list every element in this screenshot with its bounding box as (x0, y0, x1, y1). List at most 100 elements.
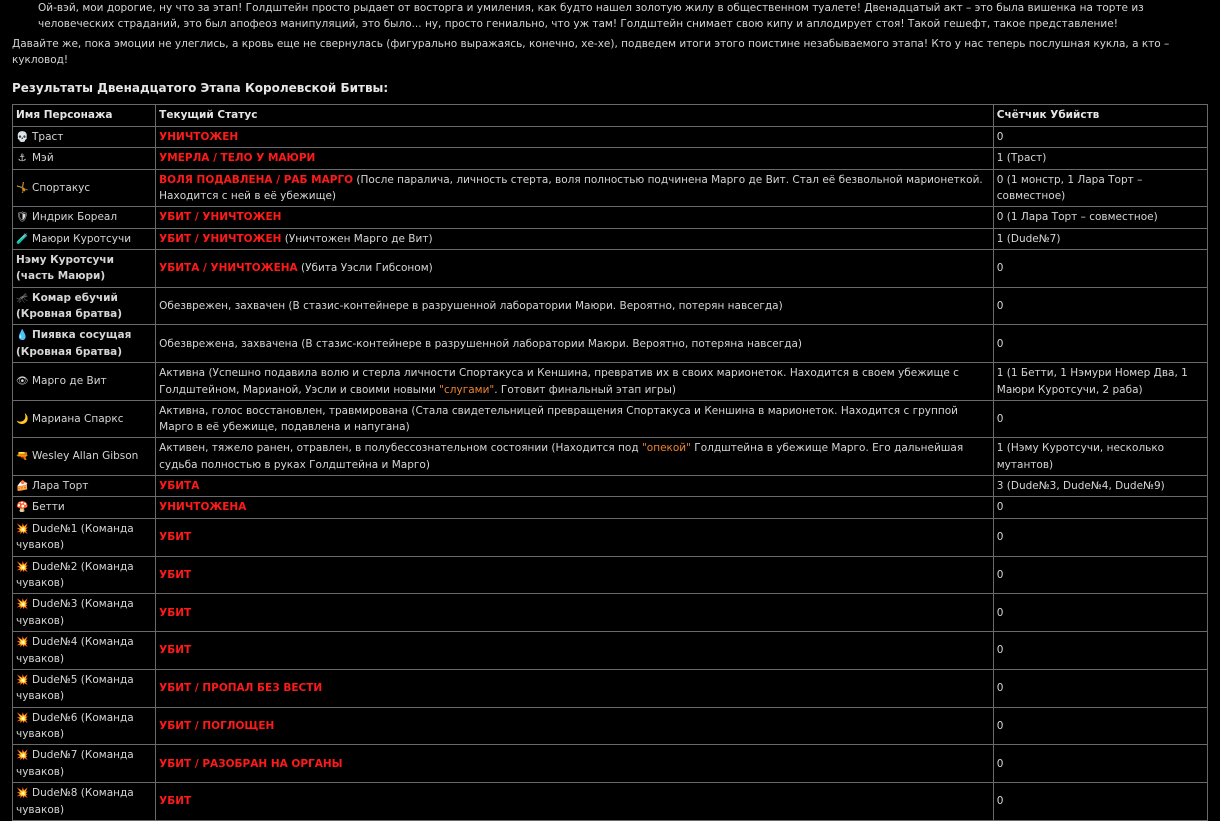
cell-kill-count: 0 (992, 399, 1209, 439)
status-note: Обезврежена, захвачена (В стазис-контейн… (159, 337, 803, 350)
character-emoji-icon: 👁 (16, 376, 29, 388)
cell-kill-count: 0 (992, 593, 1209, 633)
header-kills: Счётчик Убийств (992, 103, 1209, 127)
cell-status: УБИТ (155, 782, 994, 821)
table-row: 🍰 Лара Торт УБИТА 3 (Dude№3, Dude№4, Dude№9… (11, 474, 1209, 498)
character-emoji-icon: 🍄 (16, 502, 29, 514)
cell-character-name: 💥 Dude№8 (Команда чуваков) (11, 782, 157, 821)
status-badge: УБИТ / УНИЧТОЖЕН (159, 232, 282, 245)
cell-character-name: 💧 Пиявка сосущая (Кровная братва) (11, 324, 157, 364)
character-name: Dude№2 (Команда чуваков) (16, 560, 134, 590)
cell-character-name: 💥 Dude№3 (Команда чуваков) (11, 593, 157, 633)
cell-status: УБИТ (155, 631, 994, 670)
status-badge: УБИТ / РАЗОБРАН НА ОРГАНЫ (159, 757, 343, 770)
character-emoji-icon: 💥 (16, 523, 29, 535)
results-title: Результаты Двенадцатого Этапа Королевско… (12, 81, 389, 96)
cell-kill-count: 0 (992, 286, 1209, 326)
character-emoji-icon: 🔫 (16, 451, 29, 463)
cell-character-name: 💀 Траст (11, 125, 157, 149)
table-row: 💥 Dude№7 (Команда чуваков) УБИТ / РАЗОБРАН… (11, 744, 1209, 784)
character-name: Пиявка сосущая (Кровная братва) (16, 329, 132, 358)
status-badge: УБИТ / ПОГЛОЩЕН (159, 719, 275, 732)
character-emoji-icon: 🤸 (16, 182, 29, 194)
character-emoji-icon: 💥 (16, 599, 29, 611)
cell-kill-count: 1 (Нэму Куротсучи, несколько мутантов) (992, 437, 1209, 476)
cell-character-name: 💥 Dude№6 (Команда чуваков) (11, 706, 157, 746)
character-emoji-icon: 💥 (16, 788, 29, 800)
table-row: 🌙 Мариана Спаркс Активна, голос восстановл… (11, 399, 1209, 439)
cell-character-name: 🍰 Лара Торт (11, 474, 157, 498)
character-emoji-icon: 💥 (16, 637, 29, 649)
cell-character-name: 💥 Dude№4 (Команда чуваков) (11, 631, 157, 670)
cell-kill-count: 0 (992, 631, 1209, 670)
table-row: 💥 Dude№6 (Команда чуваков) УБИТ / ПОГЛОЩЕН… (11, 706, 1209, 746)
cell-character-name: Нэму Куротсучи (часть Маюри) (11, 249, 157, 288)
status-badge: УБИТ (159, 795, 192, 808)
character-emoji-icon: 💥 (16, 674, 29, 686)
character-name: Dude№8 (Команда чуваков) (16, 787, 134, 816)
cell-status: УБИТ (155, 555, 994, 595)
character-name: Wesley Allan Gibson (32, 450, 139, 463)
cell-kill-count: 0 (1 монстр, 1 Лара Торт – совместное) (992, 168, 1209, 208)
cell-status: УБИТ / ПРОПАЛ БЕЗ ВЕСТИ (155, 668, 994, 708)
table-row: 🍄 Бетти УНИЧТОЖЕНА 0 (11, 496, 1209, 519)
cell-kill-count: 0 (1 Лара Торт – совместное) (992, 206, 1209, 229)
cell-status: Обезврежена, захвачена (В стазис-контейн… (155, 324, 994, 364)
cell-kill-count: 1 (Dude№7) (992, 227, 1209, 251)
table-row: 👁 Марго де Вит Активна (Успешно подавила в… (11, 362, 1209, 401)
character-name: Нэму Куротсучи (часть Маюри) (16, 254, 114, 283)
status-badge: УБИТА (159, 479, 200, 492)
character-emoji-icon: 🦟 (16, 292, 29, 304)
cell-status: Активна, голос восстановлен, травмирован… (155, 399, 994, 439)
cell-kill-count: 1 (1 Бетти, 1 Нэмури Номер Два, 1 Маюри … (992, 362, 1209, 401)
cell-character-name: 🤸 Спортакус (11, 168, 157, 208)
cell-kill-count: 1 (Траст) (992, 147, 1209, 170)
cell-character-name: 🛡 Индрик Бореал (11, 206, 157, 229)
status-badge: УБИТ (159, 568, 192, 581)
character-emoji-icon: 🌙 (16, 413, 29, 425)
status-note: Активен, тяжело ранен, отравлен, в полуб… (159, 442, 642, 455)
status-badge: УБИТ (159, 606, 192, 619)
character-name: Комар ебучий (Кровная братва) (16, 291, 123, 321)
status-note: Обезврежен, захвачен (В стазис-контейнер… (159, 299, 783, 312)
cell-kill-count: 0 (992, 782, 1209, 821)
cell-status: УНИЧТОЖЕН (155, 125, 994, 149)
status-badge: УБИТ / ПРОПАЛ БЕЗ ВЕСТИ (159, 682, 323, 695)
character-emoji-icon: 💧 (16, 330, 29, 342)
table-row: ⚓ Мэй УМЕРЛА / ТЕЛО У МАЮРИ 1 (Траст) (11, 147, 1209, 170)
character-name: Спортакус (32, 181, 91, 194)
character-name: Dude№7 (Команда чуваков) (16, 749, 134, 778)
character-emoji-icon: 🛡 (16, 212, 29, 224)
cell-status: ВОЛЯ ПОДАВЛЕНА / РАБ МАРГО (После парали… (155, 168, 994, 208)
cell-status: УНИЧТОЖЕНА (155, 496, 994, 519)
status-badge: УБИТ (159, 644, 192, 657)
cell-character-name: ⚓ Мэй (11, 147, 157, 170)
status-highlight: "слугами" (439, 383, 495, 396)
character-emoji-icon: 💥 (16, 712, 29, 724)
table-body: 💀 Траст УНИЧТОЖЕН 0 ⚓ Мэй УМЕРЛА / ТЕЛО У МАЮР… (11, 125, 1209, 821)
table-row: 🦟 Комар ебучий (Кровная братва) Обезврежен… (11, 286, 1209, 326)
cell-kill-count: 3 (Dude№3, Dude№4, Dude№9) (992, 474, 1209, 498)
character-emoji-icon: 🍰 (16, 480, 29, 492)
status-badge: УБИТ (159, 531, 192, 544)
character-name: Мэй (32, 152, 54, 165)
cell-character-name: 🧪 Маюри Куротсучи (11, 227, 157, 251)
cell-status: УБИТА (155, 474, 994, 498)
character-emoji-icon: 💥 (16, 750, 29, 762)
character-name: Dude№3 (Команда чуваков) (16, 598, 134, 627)
character-name: Бетти (32, 501, 65, 514)
status-badge: ВОЛЯ ПОДАВЛЕНА / РАБ МАРГО (159, 173, 354, 186)
cell-status: Обезврежен, захвачен (В стазис-контейнер… (155, 286, 994, 326)
cell-kill-count: 0 (992, 517, 1209, 557)
cell-character-name: 💥 Dude№2 (Команда чуваков) (11, 555, 157, 595)
character-emoji-icon: 🧪 (16, 233, 29, 245)
cell-status: УБИТ / УНИЧТОЖЕН (Уничтожен Марго де Вит… (155, 227, 994, 251)
status-note: (Убита Уэсли Гибсоном) (297, 262, 433, 275)
results-table: Имя Персонажа Текущий Статус Счётчик Уби… (11, 103, 1209, 821)
intro-paragraph-1: Ой-вэй, мои дорогие, ну что за этап! Гол… (38, 2, 1144, 31)
character-name: Индрик Бореал (32, 211, 118, 224)
cell-status: УБИТ (155, 517, 994, 557)
character-name: Dude№5 (Команда чуваков) (16, 673, 134, 703)
status-highlight: "опекой" (641, 442, 691, 455)
table-row: 🧪 Маюри Куротсучи УБИТ / УНИЧТОЖЕН (Уничто… (11, 227, 1209, 251)
